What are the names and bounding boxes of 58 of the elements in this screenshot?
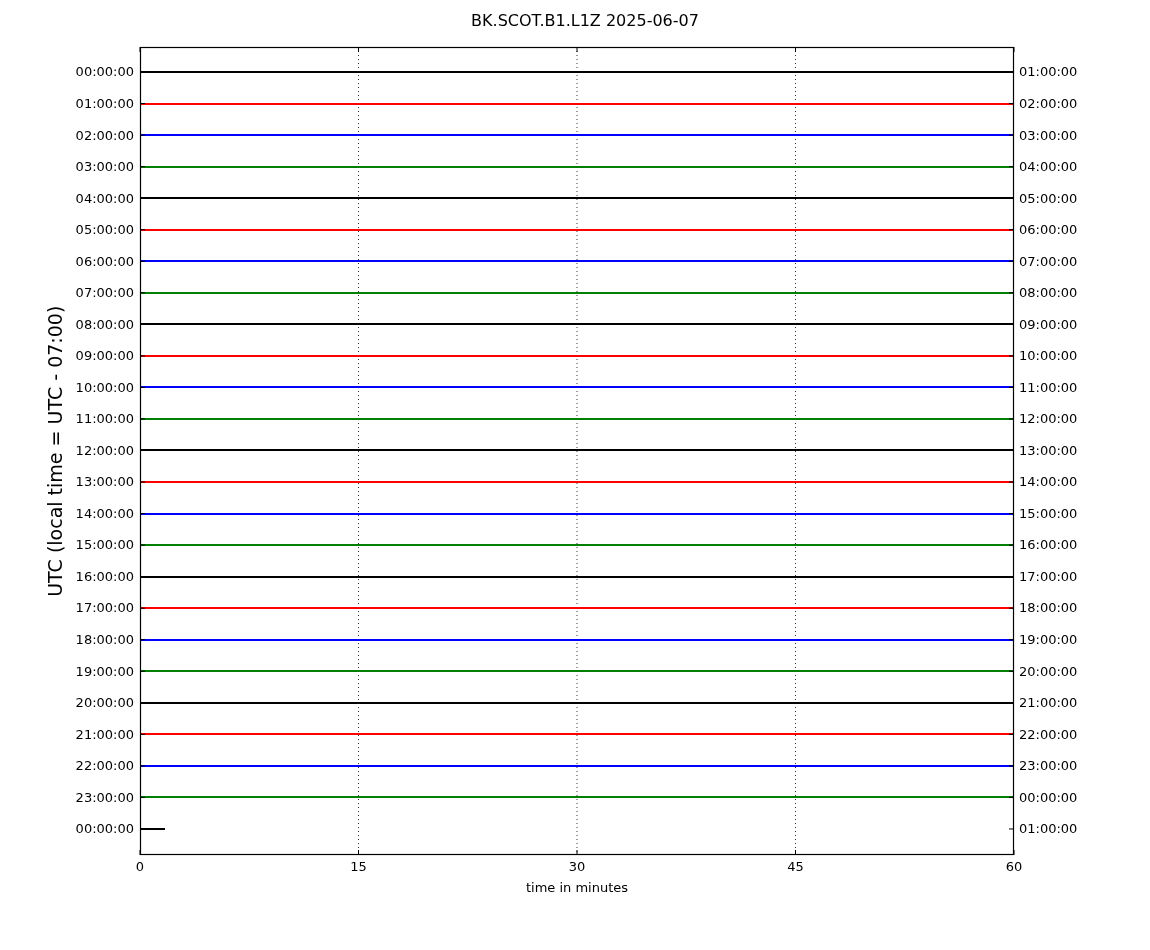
hour-label: 01:00:00 [1019, 821, 1078, 837]
hour-label: 04:00:00 [75, 190, 134, 206]
hour-label: 17:00:00 [75, 600, 134, 616]
hour-label: 14:00:00 [1019, 474, 1078, 490]
hour-label: 08:00:00 [75, 316, 134, 332]
hour-label: 13:00:00 [75, 474, 134, 490]
hour-label: 12:00:00 [1019, 411, 1078, 427]
x-tick-label: 15 [350, 859, 367, 874]
hour-label: 01:00:00 [1019, 64, 1078, 80]
hour-label: 02:00:00 [75, 127, 134, 143]
hour-label: 03:00:00 [1019, 127, 1078, 143]
hour-label: 00:00:00 [75, 64, 134, 80]
hour-label: 15:00:00 [75, 537, 134, 553]
hour-label: 10:00:00 [75, 379, 134, 395]
hour-label: 09:00:00 [75, 348, 134, 364]
hour-label: 19:00:00 [1019, 632, 1078, 647]
hour-label: 23:00:00 [75, 789, 134, 805]
hour-label: 06:00:00 [75, 253, 134, 269]
x-tick-label: 0 [135, 859, 145, 874]
x-tick-label: 60 [1005, 859, 1023, 874]
hour-label: 04:00:00 [1019, 159, 1078, 175]
hour-label: 07:00:00 [75, 285, 134, 301]
hour-label: 20:00:00 [1019, 663, 1078, 679]
hour-label: 00:00:00 [75, 821, 134, 837]
hour-label: 03:00:00 [75, 159, 134, 175]
hour-label: 06:00:00 [1019, 222, 1078, 238]
hour-label: 08:00:00 [1019, 285, 1078, 301]
x-tick-label: 30 [568, 859, 586, 874]
hour-label: 11:00:00 [75, 411, 134, 427]
hour-label: 21:00:00 [1019, 695, 1078, 711]
hour-label: 18:00:00 [1019, 600, 1078, 616]
hour-label: 22:00:00 [75, 758, 134, 774]
x-axis-label: time in minutes [525, 880, 629, 895]
hour-label: 00:00:00 [1019, 789, 1078, 805]
hour-label: 15:00:00 [1019, 505, 1078, 521]
hour-label: 19:00:00 [75, 663, 134, 679]
hour-label: 18:00:00 [75, 632, 134, 647]
hour-label: 05:00:00 [1019, 190, 1078, 206]
hour-label: 23:00:00 [1019, 758, 1078, 774]
hour-label: 10:00:00 [1019, 348, 1078, 364]
hour-label: 13:00:00 [1019, 442, 1078, 458]
hour-label: 16:00:00 [1019, 537, 1078, 553]
hour-label: 09:00:00 [1019, 316, 1078, 332]
hour-label: 17:00:00 [1019, 568, 1078, 584]
hour-label: 05:00:00 [75, 222, 134, 238]
chart-title: BK.SCOT.B1.L1Z 2025-06-07 [471, 11, 699, 31]
hour-label: 20:00:00 [75, 695, 134, 711]
hour-label: 22:00:00 [1019, 726, 1078, 742]
hour-label: 07:00:00 [1019, 253, 1078, 269]
hour-label: 21:00:00 [75, 726, 134, 742]
hour-label: 12:00:00 [75, 442, 134, 458]
hour-label: 01:00:00 [75, 96, 134, 111]
hour-label: 02:00:00 [1019, 96, 1078, 111]
hour-label: 16:00:00 [75, 568, 134, 584]
x-tick-label: 45 [787, 859, 804, 874]
y-axis-label: UTC (local time = UTC - 07:00) [43, 305, 68, 597]
hour-label: 11:00:00 [1019, 379, 1078, 395]
hour-label: 14:00:00 [75, 505, 134, 521]
